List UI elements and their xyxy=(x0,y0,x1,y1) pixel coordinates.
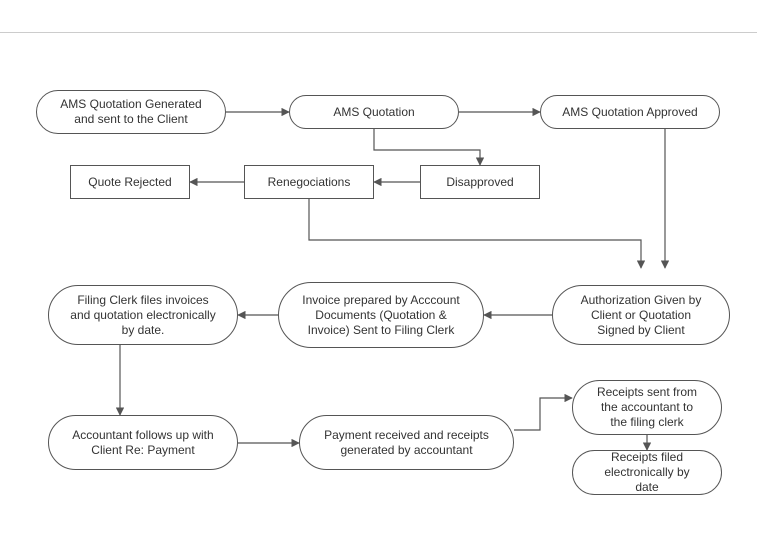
node-ams-quotation-generated: AMS Quotation Generated and sent to the … xyxy=(36,90,226,134)
node-invoice-prepared: Invoice prepared by Acccount Documents (… xyxy=(278,282,484,348)
node-label: Disapproved xyxy=(446,175,513,190)
node-label: AMS Quotation xyxy=(333,105,414,120)
node-label: Filing Clerk files invoices and quotatio… xyxy=(67,293,219,338)
node-ams-quotation-approved: AMS Quotation Approved xyxy=(540,95,720,129)
node-renegotiations: Renegociations xyxy=(244,165,374,199)
node-label: Receipts sent from the accountant to the… xyxy=(591,385,703,430)
node-label: AMS Quotation Approved xyxy=(562,105,697,120)
node-label: Quote Rejected xyxy=(88,175,171,190)
node-label: Renegociations xyxy=(268,175,351,190)
node-quote-rejected: Quote Rejected xyxy=(70,165,190,199)
flowchart-canvas: AMS Quotation Generated and sent to the … xyxy=(0,0,757,540)
node-receipts-sent: Receipts sent from the accountant to the… xyxy=(572,380,722,435)
node-label: Receipts filed electronically by date xyxy=(591,450,703,495)
node-filing-clerk-files: Filing Clerk files invoices and quotatio… xyxy=(48,285,238,345)
node-label: AMS Quotation Generated and sent to the … xyxy=(55,97,207,127)
node-ams-quotation: AMS Quotation xyxy=(289,95,459,129)
node-disapproved: Disapproved xyxy=(420,165,540,199)
node-accountant-followup: Accountant follows up with Client Re: Pa… xyxy=(48,415,238,470)
node-receipts-filed: Receipts filed electronically by date xyxy=(572,450,722,495)
node-label: Authorization Given by Client or Quotati… xyxy=(571,293,711,338)
divider xyxy=(0,32,757,33)
node-payment-received: Payment received and receipts generated … xyxy=(299,415,514,470)
node-label: Invoice prepared by Acccount Documents (… xyxy=(297,293,465,338)
node-label: Payment received and receipts generated … xyxy=(318,428,495,458)
node-authorization: Authorization Given by Client or Quotati… xyxy=(552,285,730,345)
node-label: Accountant follows up with Client Re: Pa… xyxy=(67,428,219,458)
